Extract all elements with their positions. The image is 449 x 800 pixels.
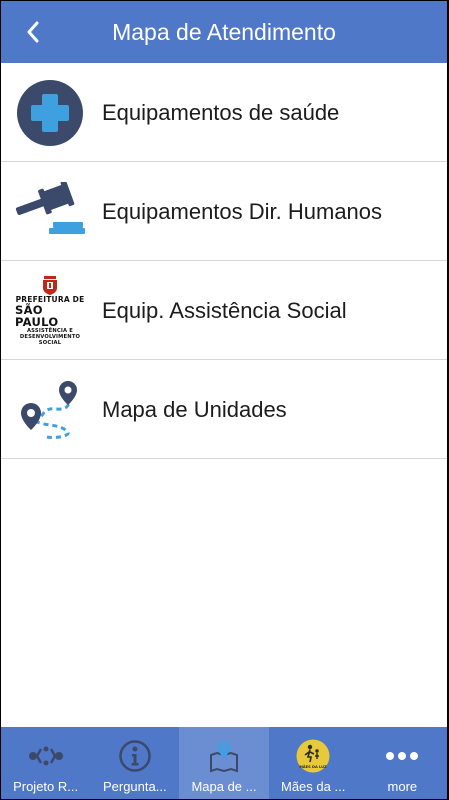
tab-projeto[interactable]: Projeto R... — [1, 727, 90, 799]
maes-da-luz-logo-icon: MÃES DA LUZ — [295, 739, 331, 773]
list-item-label: Mapa de Unidades — [102, 397, 287, 422]
health-cross-icon — [15, 78, 85, 148]
tab-label: Pergunta... — [102, 779, 167, 794]
list-item-equipamentos-dir-humanos[interactable]: Equipamentos Dir. Humanos — [1, 162, 447, 261]
list-item-equipamentos-saude[interactable]: Equipamentos de saúde — [1, 63, 447, 162]
tab-label: Mães da ... — [281, 779, 346, 794]
list-item-mapa-unidades[interactable]: Mapa de Unidades — [1, 360, 447, 459]
list-item-label: Equipamentos de saúde — [102, 100, 340, 125]
menu-list: Equipamentos de saúde Equipamentos Dir. … — [1, 63, 447, 459]
tab-perguntas[interactable]: Pergunta... — [90, 727, 179, 799]
list-item-assistencia-social[interactable]: PREFEITURA DE SÃO PAULO ASSISTÊNCIA E DE… — [1, 261, 447, 360]
list-item-label: Equipamentos Dir. Humanos — [102, 199, 383, 224]
coat-of-arms-icon — [43, 276, 57, 295]
tab-maes-da-luz[interactable]: MÃES DA LUZ Mães da ... — [269, 727, 358, 799]
info-icon — [117, 739, 153, 773]
tab-label: Mapa de ... — [191, 779, 257, 794]
top-navigation-bar: Mapa de Atendimento — [1, 1, 447, 63]
list-item-label: Equip. Assistência Social — [102, 298, 347, 323]
app-screen: Mapa de Atendimento Equipamentos de saúd… — [1, 1, 447, 799]
gavel-icon — [15, 177, 85, 247]
network-icon — [28, 739, 64, 773]
tab-more[interactable]: more — [358, 727, 447, 799]
bottom-tab-bar: Projeto R... Pergunta... Mapa de ... MÃE… — [1, 727, 447, 799]
svg-text:MÃES DA LUZ: MÃES DA LUZ — [299, 764, 327, 769]
tab-label: Projeto R... — [13, 779, 79, 794]
more-dots-icon — [384, 739, 420, 773]
tab-mapa[interactable]: Mapa de ... — [179, 727, 269, 799]
tab-label: more — [387, 779, 418, 794]
map-route-icon — [15, 375, 85, 445]
page-title: Mapa de Atendimento — [112, 19, 336, 45]
map-pin-icon — [206, 739, 242, 773]
prefeitura-sao-paulo-logo: PREFEITURA DE SÃO PAULO ASSISTÊNCIA E DE… — [15, 276, 85, 346]
